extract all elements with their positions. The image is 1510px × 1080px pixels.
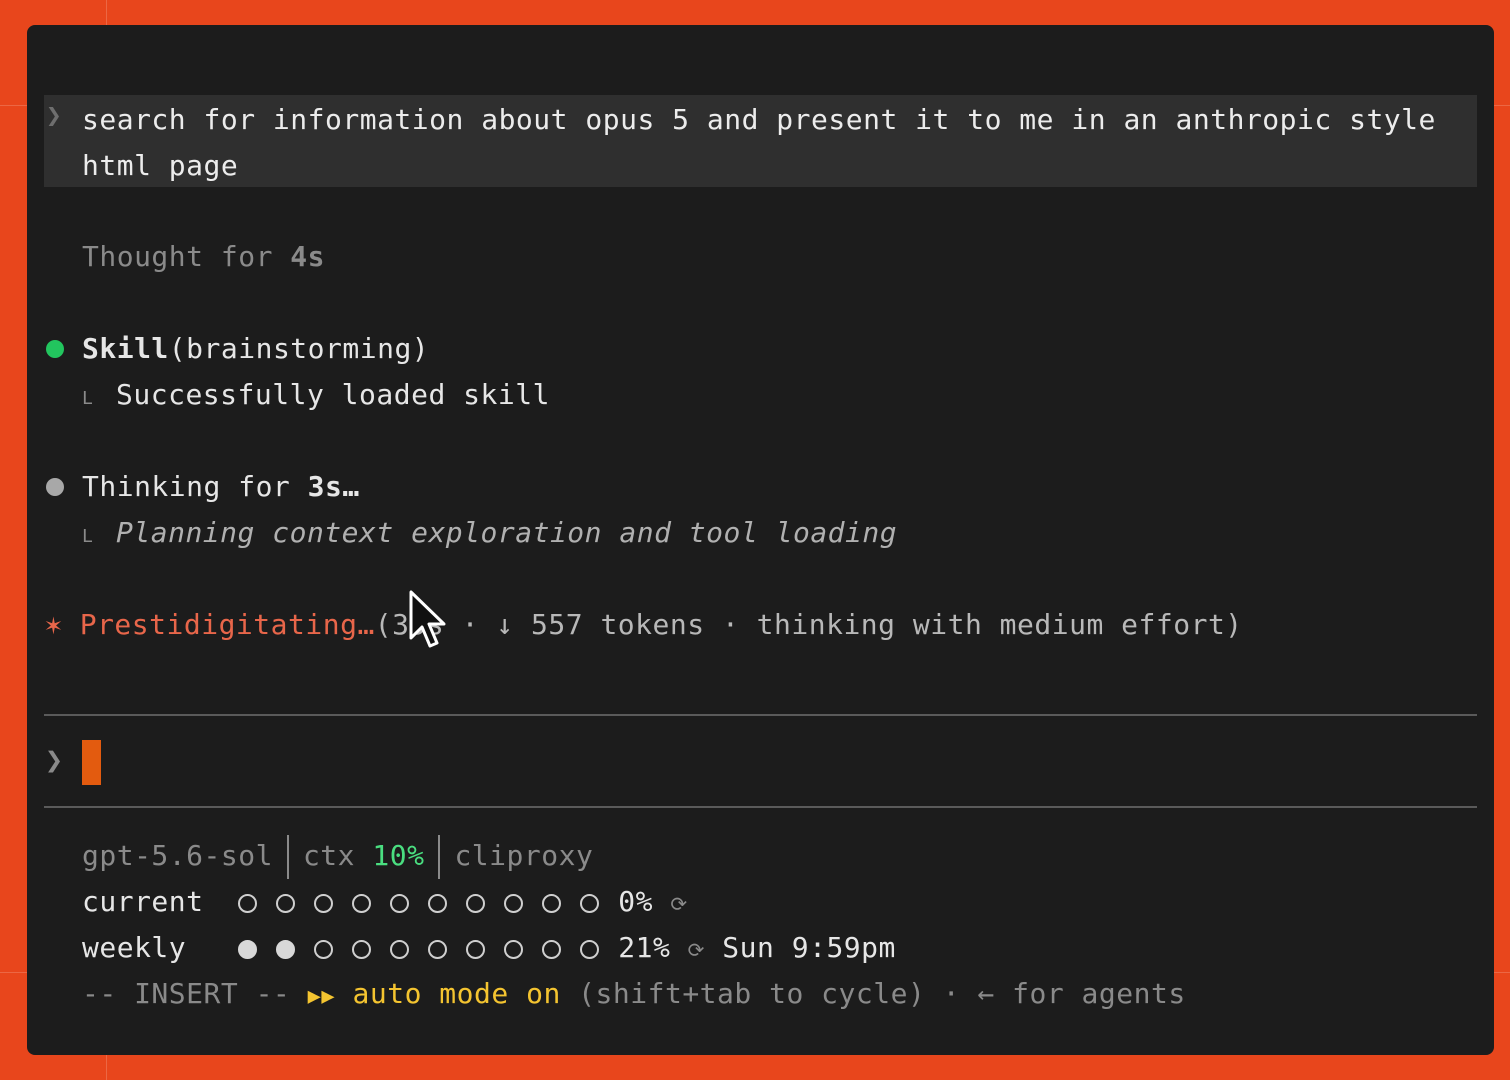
usage-dot [352,893,372,913]
usage-dot [314,939,334,959]
user-prompt-block: ❯ search for information about opus 5 an… [44,95,1477,187]
status-line-model: gpt-5.6-sol ctx 10% cliproxy [82,833,593,879]
thinking-duration: 3s… [307,470,360,503]
skill-result-line: L Successfully loaded skill [82,375,550,419]
terminal-window: ❯ search for information about opus 5 an… [27,25,1494,1055]
usage-dot [276,939,296,959]
usage-dot [504,939,524,959]
text-input-cursor[interactable] [82,740,101,785]
status-divider [438,835,441,879]
skill-line: Skill(brainstorming) [82,329,429,369]
reset-icon: ⟳ [687,938,705,962]
input-divider-top [44,714,1477,716]
usage-dot [580,893,600,913]
auto-mode-text: auto mode on [352,977,561,1010]
usage-dot [580,939,600,959]
usage-dot [428,893,448,913]
usage-dot [390,939,410,959]
thought-prefix: Thought for [82,240,291,273]
thinking-detail: Planning context exploration and tool lo… [116,516,898,549]
mouse-pointer-icon [409,590,446,648]
thinking-prefix: Thinking for [82,470,308,503]
usage-dot [352,939,372,959]
usage-dot [542,939,562,959]
usage-dot [238,939,258,959]
usage-dot [238,893,258,913]
input-caret-icon: ❯ [45,743,64,778]
activity-verb: Prestidigitating… [79,608,375,641]
thinking-status-dot-icon [46,478,64,496]
model-name: gpt-5.6-sol [82,839,273,872]
auto-mode-icon: ▶▶ [307,984,336,1009]
prompt-caret-icon: ❯ [46,101,63,131]
activity-line: ✶ Prestidigitating…(39s · ↓ 557 tokens ·… [45,605,1243,645]
skill-arg: (brainstorming) [168,332,430,365]
tree-branch-icon: L [82,526,117,547]
usage-dot [466,939,486,959]
status-line-weekly: weekly 21% ⟳ Sun 9:59pm [82,925,896,973]
insert-mode-indicator: -- INSERT -- [82,977,291,1010]
thought-duration: 4s [290,240,326,273]
status-line-current: current 0% ⟳ [82,879,688,927]
user-prompt-text: search for information about opus 5 and … [82,103,1454,182]
ctx-value: 10% [372,839,425,872]
usage-dot [466,893,486,913]
thought-line: Thought for 4s [82,237,325,277]
activity-stats: (39s · ↓ 557 tokens · thinking with medi… [374,608,1243,641]
usage-dot [428,939,448,959]
mode-cycle-hint: (shift+tab to cycle) [578,977,926,1010]
usage-dot [314,893,334,913]
weekly-reset-time: Sun 9:59pm [722,931,896,964]
provider-name: cliproxy [454,839,594,872]
usage-dot [276,893,296,913]
skill-status-dot-icon [46,340,64,358]
input-divider-bottom [44,806,1477,808]
thinking-line: Thinking for 3s… [82,467,360,507]
usage-dot [504,893,524,913]
usage-dot [390,893,410,913]
skill-name: Skill [82,332,169,365]
current-usage-pct: 0% [618,885,653,918]
weekly-usage-meter [238,931,618,964]
reset-icon: ⟳ [670,892,688,916]
thinking-detail-line: L Planning context exploration and tool … [82,513,897,557]
usage-dot [542,893,562,913]
skill-result: Successfully loaded skill [116,378,550,411]
ctx-label: ctx [302,839,356,872]
current-usage-meter [238,885,618,918]
hint-separator: · [942,977,961,1010]
current-usage-label: current [82,885,204,918]
status-line-mode: -- INSERT -- ▶▶ auto mode on (shift+tab … [82,971,1186,1020]
agents-hint: ← for agents [977,977,1186,1010]
weekly-usage-label: weekly [82,931,187,964]
status-divider [286,835,289,879]
tree-branch-icon: L [82,388,117,409]
activity-star-icon: ✶ [45,608,63,641]
weekly-usage-pct: 21% [618,931,671,964]
